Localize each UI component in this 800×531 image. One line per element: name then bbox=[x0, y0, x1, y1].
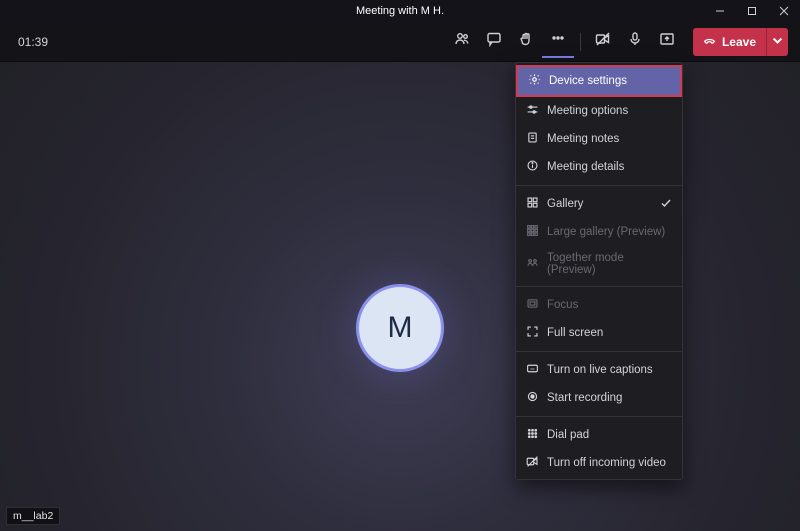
participants-button[interactable] bbox=[446, 26, 478, 58]
fullscreen-icon bbox=[526, 325, 539, 341]
menu-label: Turn off incoming video bbox=[547, 457, 666, 469]
menu-label: Device settings bbox=[549, 75, 627, 87]
leave-button[interactable]: Leave bbox=[693, 28, 788, 56]
menu-together-mode: Together mode (Preview) bbox=[516, 246, 682, 282]
window-title: Meeting with M H. bbox=[356, 5, 444, 17]
meeting-toolbar: 01:39 Leave bbox=[0, 22, 800, 62]
menu-separator bbox=[516, 416, 682, 417]
video-off-icon bbox=[526, 455, 539, 471]
raise-hand-button[interactable] bbox=[510, 26, 542, 58]
share-screen-icon bbox=[659, 31, 675, 52]
together-icon bbox=[526, 256, 539, 272]
avatar-ring: M bbox=[356, 284, 444, 372]
menu-label: Start recording bbox=[547, 392, 622, 404]
menu-meeting-notes[interactable]: Meeting notes bbox=[516, 125, 682, 153]
menu-separator bbox=[516, 185, 682, 186]
toolbar-divider bbox=[580, 33, 581, 51]
menu-label: Focus bbox=[547, 299, 578, 311]
menu-start-recording[interactable]: Start recording bbox=[516, 384, 682, 412]
mic-icon bbox=[627, 31, 643, 52]
meeting-timer: 01:39 bbox=[18, 35, 48, 49]
notes-icon bbox=[526, 131, 539, 147]
menu-label: Meeting details bbox=[547, 161, 624, 173]
menu-device-settings[interactable]: Device settings bbox=[516, 65, 682, 97]
large-grid-icon bbox=[526, 224, 539, 240]
focus-icon bbox=[526, 297, 539, 313]
more-menu: Device settings Meeting options Meeting … bbox=[515, 62, 683, 480]
menu-label: Dial pad bbox=[547, 429, 589, 441]
window-controls bbox=[704, 0, 800, 22]
participant-avatar: M bbox=[352, 280, 448, 376]
app-window: Meeting with M H. 01:39 bbox=[0, 0, 800, 531]
camera-off-icon bbox=[595, 31, 611, 52]
minimize-button[interactable] bbox=[704, 0, 736, 22]
menu-meeting-details[interactable]: Meeting details bbox=[516, 153, 682, 181]
menu-label: Full screen bbox=[547, 327, 603, 339]
menu-turn-off-incoming-video[interactable]: Turn off incoming video bbox=[516, 449, 682, 477]
more-button[interactable] bbox=[542, 26, 574, 58]
menu-label: Meeting options bbox=[547, 105, 628, 117]
sliders-icon bbox=[526, 103, 539, 119]
menu-full-screen[interactable]: Full screen bbox=[516, 319, 682, 347]
leave-caret[interactable] bbox=[766, 28, 788, 56]
people-icon bbox=[454, 31, 470, 52]
menu-dial-pad[interactable]: Dial pad bbox=[516, 421, 682, 449]
info-icon bbox=[526, 159, 539, 175]
menu-gallery[interactable]: Gallery bbox=[516, 190, 682, 218]
camera-button[interactable] bbox=[587, 26, 619, 58]
more-icon bbox=[550, 30, 566, 51]
gear-icon bbox=[528, 73, 541, 89]
hangup-icon bbox=[703, 34, 716, 50]
menu-label: Large gallery (Preview) bbox=[547, 226, 665, 238]
menu-focus: Focus bbox=[516, 291, 682, 319]
chat-icon bbox=[486, 31, 502, 52]
menu-meeting-options[interactable]: Meeting options bbox=[516, 97, 682, 125]
menu-separator bbox=[516, 351, 682, 352]
dialpad-icon bbox=[526, 427, 539, 443]
menu-label: Meeting notes bbox=[547, 133, 619, 145]
record-icon bbox=[526, 390, 539, 406]
menu-label: Turn on live captions bbox=[547, 364, 653, 376]
grid-icon bbox=[526, 196, 539, 212]
avatar-initial: M bbox=[388, 311, 413, 345]
maximize-button[interactable] bbox=[736, 0, 768, 22]
svg-text:cc: cc bbox=[530, 366, 534, 371]
checkmark-icon bbox=[660, 197, 672, 212]
mic-button[interactable] bbox=[619, 26, 651, 58]
menu-live-captions[interactable]: cc Turn on live captions bbox=[516, 356, 682, 384]
menu-label: Gallery bbox=[547, 198, 583, 210]
menu-separator bbox=[516, 286, 682, 287]
leave-label: Leave bbox=[722, 35, 756, 49]
close-button[interactable] bbox=[768, 0, 800, 22]
menu-large-gallery: Large gallery (Preview) bbox=[516, 218, 682, 246]
hand-icon bbox=[518, 31, 534, 52]
chat-button[interactable] bbox=[478, 26, 510, 58]
menu-label: Together mode (Preview) bbox=[547, 252, 672, 276]
chevron-down-icon bbox=[771, 34, 784, 50]
titlebar: Meeting with M H. bbox=[0, 0, 800, 22]
self-name-tag: m__lab2 bbox=[6, 507, 60, 525]
cc-icon: cc bbox=[526, 362, 539, 378]
share-button[interactable] bbox=[651, 26, 683, 58]
